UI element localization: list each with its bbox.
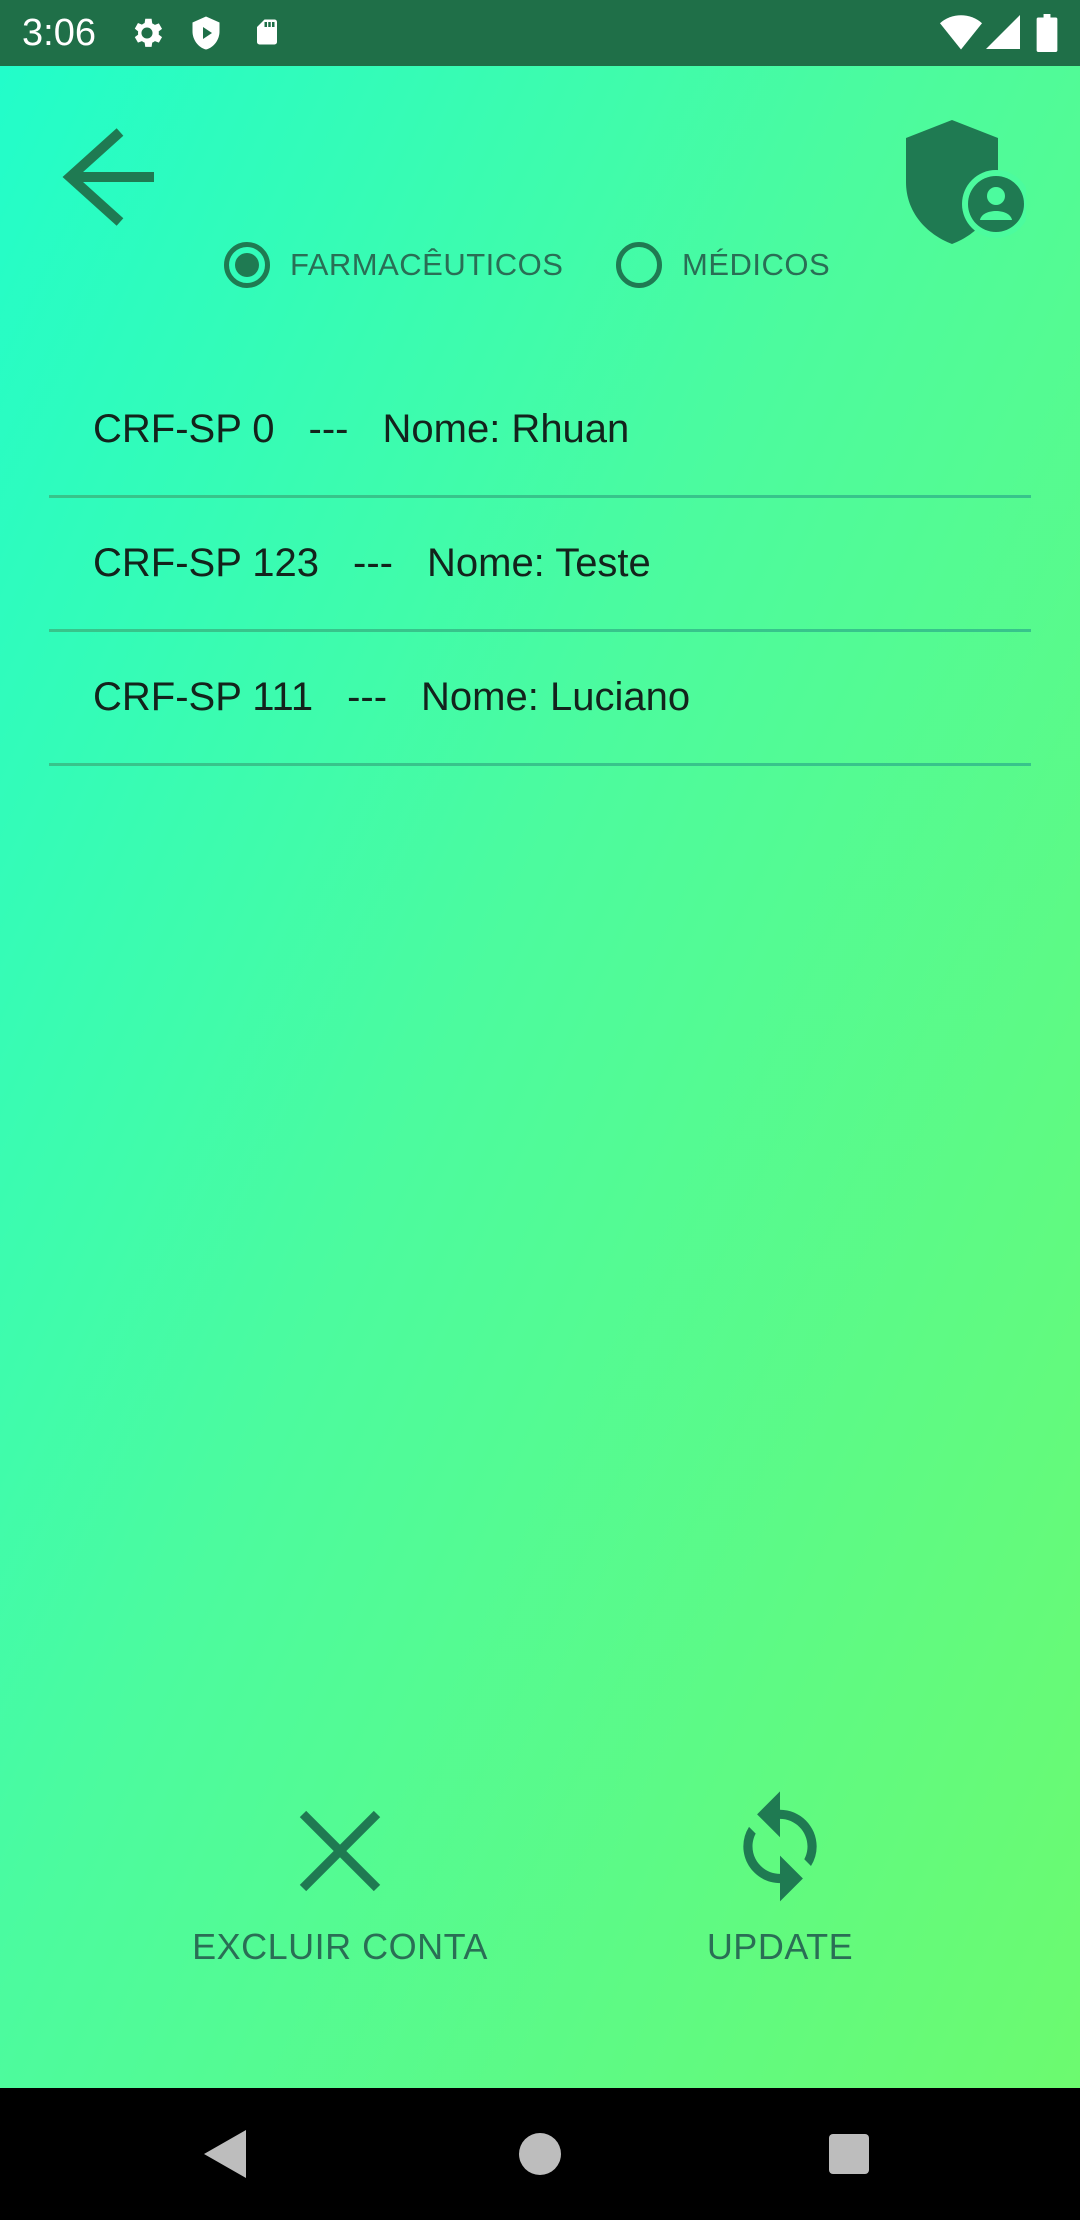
battery-icon (1036, 14, 1058, 52)
separator: --- (308, 407, 349, 451)
status-time: 3:06 (22, 12, 96, 54)
signal-icon (986, 15, 1020, 49)
home-nav-icon[interactable] (504, 2118, 576, 2190)
close-icon (299, 1810, 381, 1892)
name-text: Nome: Teste (426, 541, 651, 585)
radio-medicos[interactable]: MÉDICOS (616, 230, 830, 300)
radio-circle-unselected (616, 242, 662, 288)
radio-farmaceuticos[interactable]: FARMACÊUTICOS (224, 230, 563, 300)
sd-card-icon (257, 19, 277, 45)
separator: --- (347, 675, 388, 719)
update-icon-wrap (650, 1786, 910, 1916)
app-screen: FARMACÊUTICOS MÉDICOS CRF-SP 0 --- Nome:… (0, 66, 1080, 2088)
wifi-icon (940, 15, 982, 50)
gear-icon (134, 18, 163, 47)
status-icons-right (940, 14, 1080, 52)
list-item[interactable]: CRF-SP 111 --- Nome: Luciano (49, 632, 1031, 766)
delete-icon-wrap (180, 1786, 500, 1916)
list-item[interactable]: CRF-SP 0 --- Nome: Rhuan (49, 364, 1031, 498)
back-nav-icon[interactable] (190, 2118, 262, 2190)
name-text: Nome: Rhuan (382, 407, 630, 451)
list-item[interactable]: CRF-SP 123 --- Nome: Teste (49, 498, 1031, 632)
back-button[interactable] (56, 122, 166, 232)
recents-nav-icon[interactable] (813, 2118, 885, 2190)
crf-text: CRF-SP 111 (93, 675, 314, 719)
update-label: UPDATE (706, 1926, 854, 1967)
crf-text: CRF-SP 0 (93, 407, 275, 451)
status-bar: 3:06 (0, 0, 1080, 66)
shield-account-icon[interactable] (902, 120, 1030, 244)
refresh-icon (743, 1791, 817, 1902)
separator: --- (353, 541, 393, 585)
delete-account-button[interactable]: EXCLUIR CONTA (180, 1786, 500, 1968)
name-text: Nome: Luciano (421, 675, 691, 719)
crf-text: CRF-SP 123 (93, 541, 320, 585)
update-button[interactable]: UPDATE (650, 1786, 910, 1968)
radio-dot (235, 253, 259, 277)
radio-label-medicos: MÉDICOS (682, 247, 831, 282)
shield-play-icon (192, 16, 220, 50)
system-nav-bar (0, 2088, 1080, 2220)
arrow-left-icon (62, 128, 154, 226)
radio-circle-selected (224, 242, 270, 288)
delete-account-label: EXCLUIR CONTA (192, 1926, 488, 1967)
radio-label-farmaceuticos: FARMACÊUTICOS (290, 247, 564, 282)
professional-list: CRF-SP 0 --- Nome: Rhuan CRF-SP 123 --- … (49, 364, 1031, 766)
